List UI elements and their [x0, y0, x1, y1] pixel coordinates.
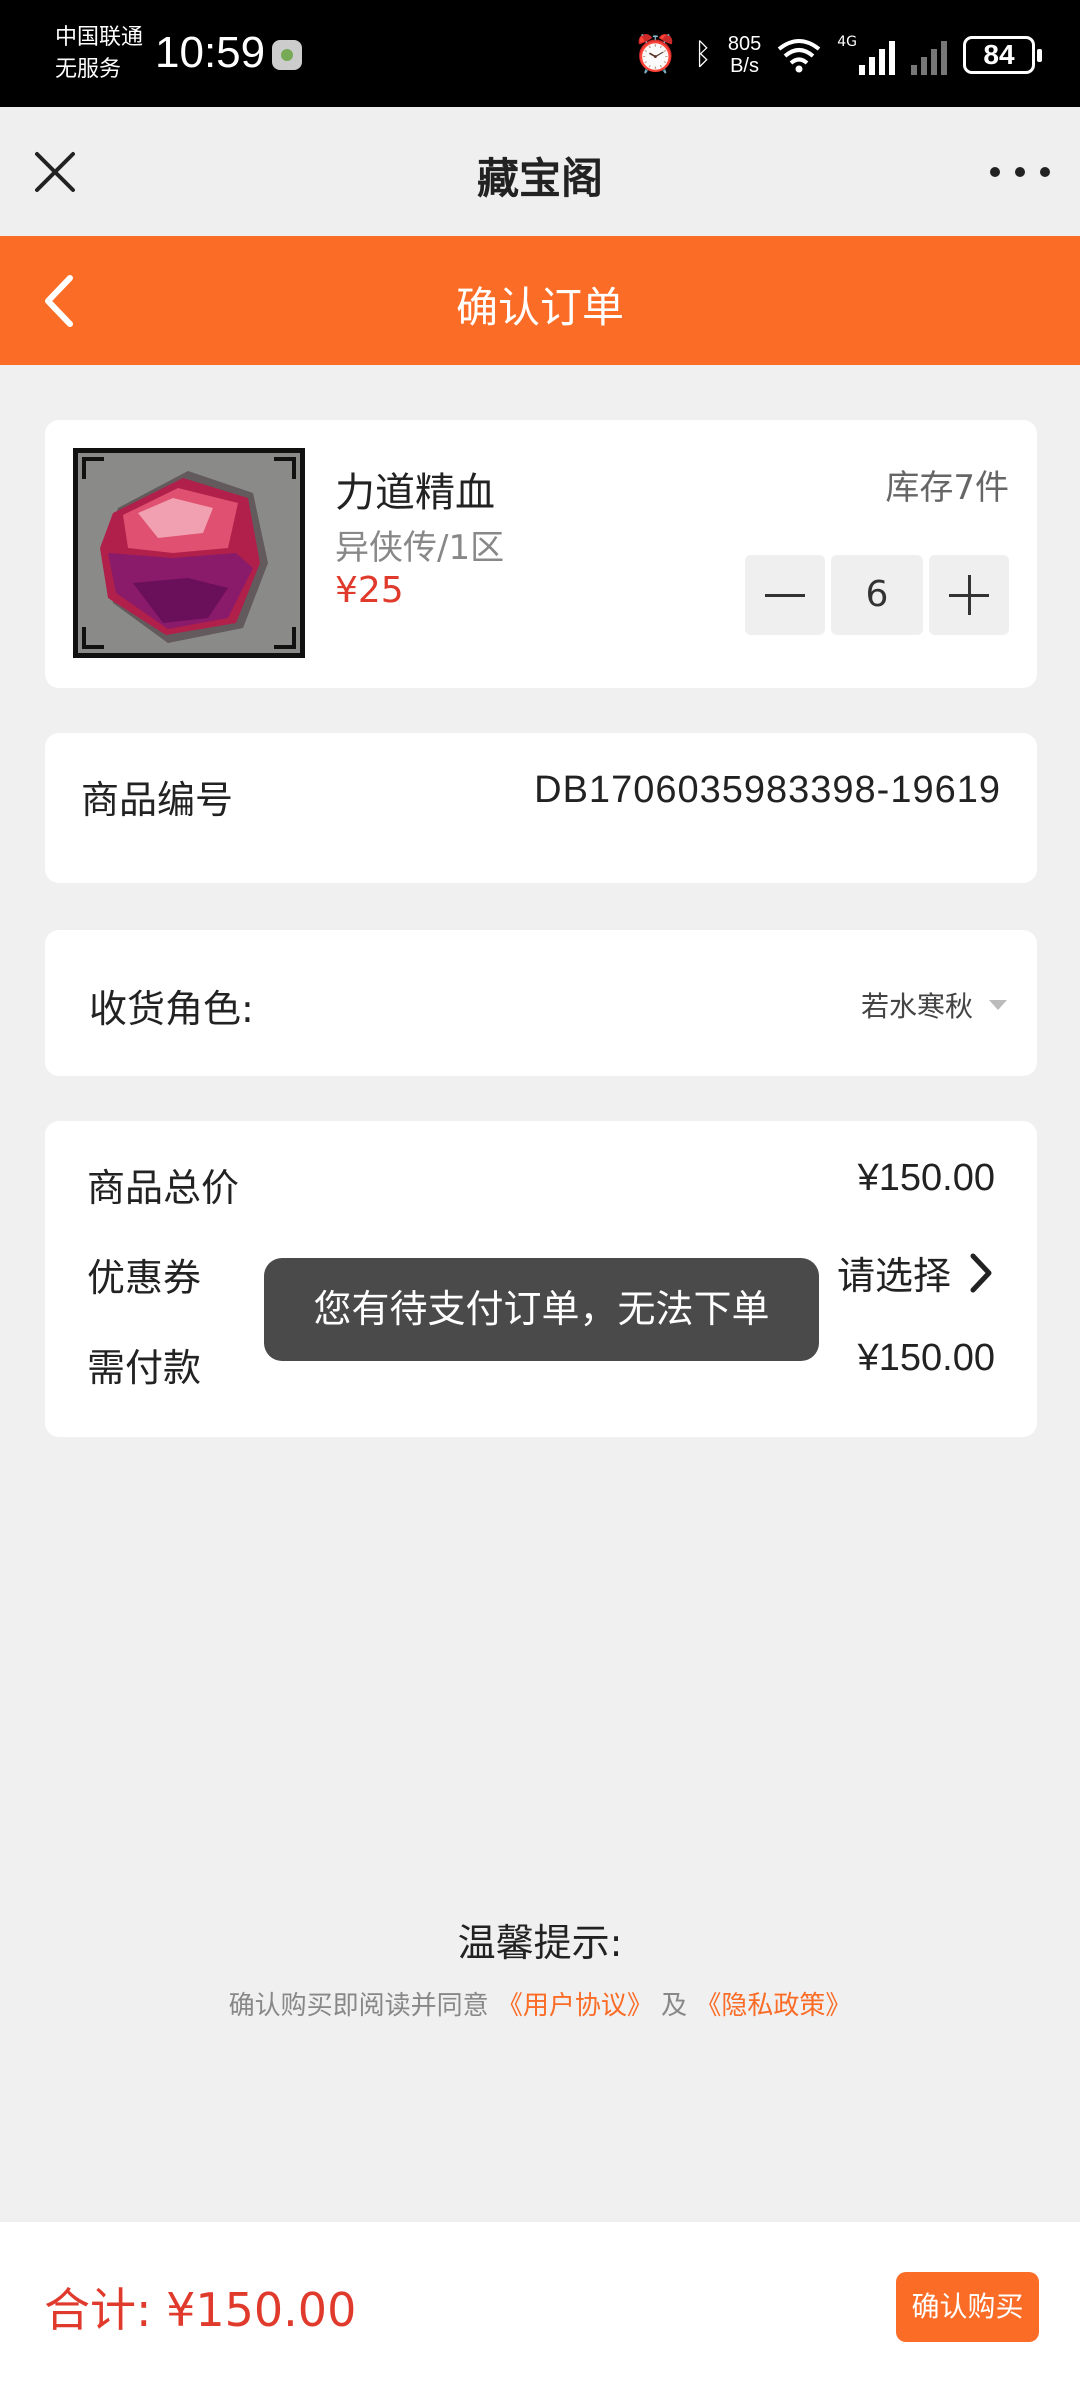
- title-bar: 藏宝阁: [0, 107, 1080, 236]
- product-card: 力道精血 异侠传/1区 ¥25 库存7件 6: [45, 420, 1037, 688]
- decrease-quantity-button[interactable]: [745, 555, 825, 635]
- product-price: ¥25: [335, 570, 404, 611]
- status-icons: ⏰ ᛒ 805 B/s 4G 84: [633, 30, 1042, 80]
- receiving-role-value: 若水寒秋: [860, 990, 973, 1023]
- confirm-purchase-button[interactable]: 确认购买: [896, 2272, 1039, 2342]
- alarm-icon: ⏰: [633, 34, 678, 75]
- coupon-label: 优惠券: [87, 1256, 202, 1300]
- coupon-value: 请选择: [836, 1254, 951, 1298]
- item-code-card: 商品编号 DB1706035983398-19619: [45, 733, 1037, 883]
- tips-agreement-line: 确认购买即阅读并同意 《用户协议》 及 《隐私政策》: [0, 1985, 1080, 2022]
- caret-down-icon: [989, 1000, 1007, 1010]
- privacy-policy-link[interactable]: 《隐私政策》: [695, 1991, 851, 2021]
- quantity-input[interactable]: 6: [831, 555, 923, 635]
- payable-label: 需付款: [87, 1346, 202, 1390]
- stock-count: 库存7件: [885, 468, 1009, 508]
- receiving-role-label: 收货角色:: [89, 987, 254, 1031]
- battery-icon: 84: [963, 36, 1042, 74]
- carrier-service: 无服务: [55, 57, 122, 82]
- user-agreement-link[interactable]: 《用户协议》: [497, 1991, 653, 2021]
- item-code-label: 商品编号: [81, 778, 234, 822]
- network-type: 4G: [837, 34, 857, 50]
- no-signal-icon: [911, 35, 947, 75]
- more-icon[interactable]: [990, 147, 1050, 197]
- tips-and: 及: [661, 1991, 688, 2021]
- signal-bars-icon: [859, 35, 895, 75]
- carrier-name: 中国联通: [55, 25, 144, 50]
- coupon-select[interactable]: 请选择: [837, 1245, 995, 1300]
- tips-title: 温馨提示:: [457, 1921, 623, 1965]
- net-speed-unit: B/s: [730, 55, 759, 77]
- net-speed: 805 B/s: [728, 33, 761, 77]
- carrier-info: 中国联通 无服务: [55, 22, 143, 86]
- total-price-row: 商品总价 ¥150.00: [87, 1151, 995, 1211]
- product-image: [73, 448, 305, 658]
- toast-message: 您有待支付订单，无法下单: [264, 1258, 819, 1361]
- clock: 10:59: [155, 28, 266, 77]
- status-bar: 中国联通 无服务 10:59 ⏰ ᛒ 805 B/s 4G 84: [0, 0, 1080, 107]
- chevron-right-icon: [970, 1253, 992, 1292]
- item-code-value: DB1706035983398-19619: [534, 769, 1001, 811]
- bluetooth-icon: ᛒ: [693, 37, 712, 72]
- page-title: 确认订单: [455, 283, 624, 332]
- wifi-icon: [777, 39, 821, 73]
- tips-prefix: 确认购买即阅读并同意: [228, 1991, 489, 2021]
- product-server: 异侠传/1区: [335, 528, 505, 568]
- receiving-role-card: 收货角色: 若水寒秋: [45, 930, 1037, 1076]
- increase-quantity-button[interactable]: [929, 555, 1009, 635]
- app-notification-icon: [272, 40, 302, 70]
- net-speed-value: 805: [727, 33, 762, 55]
- app-title: 藏宝阁: [476, 154, 603, 203]
- total-price-label: 商品总价: [87, 1166, 240, 1210]
- receiving-role-select[interactable]: 若水寒秋: [861, 985, 1007, 1025]
- payable-value: ¥150.00: [857, 1337, 995, 1379]
- cellular-signal-1: 4G: [837, 35, 895, 75]
- quantity-stepper: 6: [745, 555, 1009, 635]
- order-total: 合计: ¥150.00: [44, 2283, 357, 2337]
- total-price-value: ¥150.00: [857, 1157, 995, 1199]
- page-header: 确认订单: [0, 236, 1080, 365]
- bottom-bar: 合计: ¥150.00 确认购买: [0, 2222, 1080, 2382]
- product-name: 力道精血: [335, 470, 495, 516]
